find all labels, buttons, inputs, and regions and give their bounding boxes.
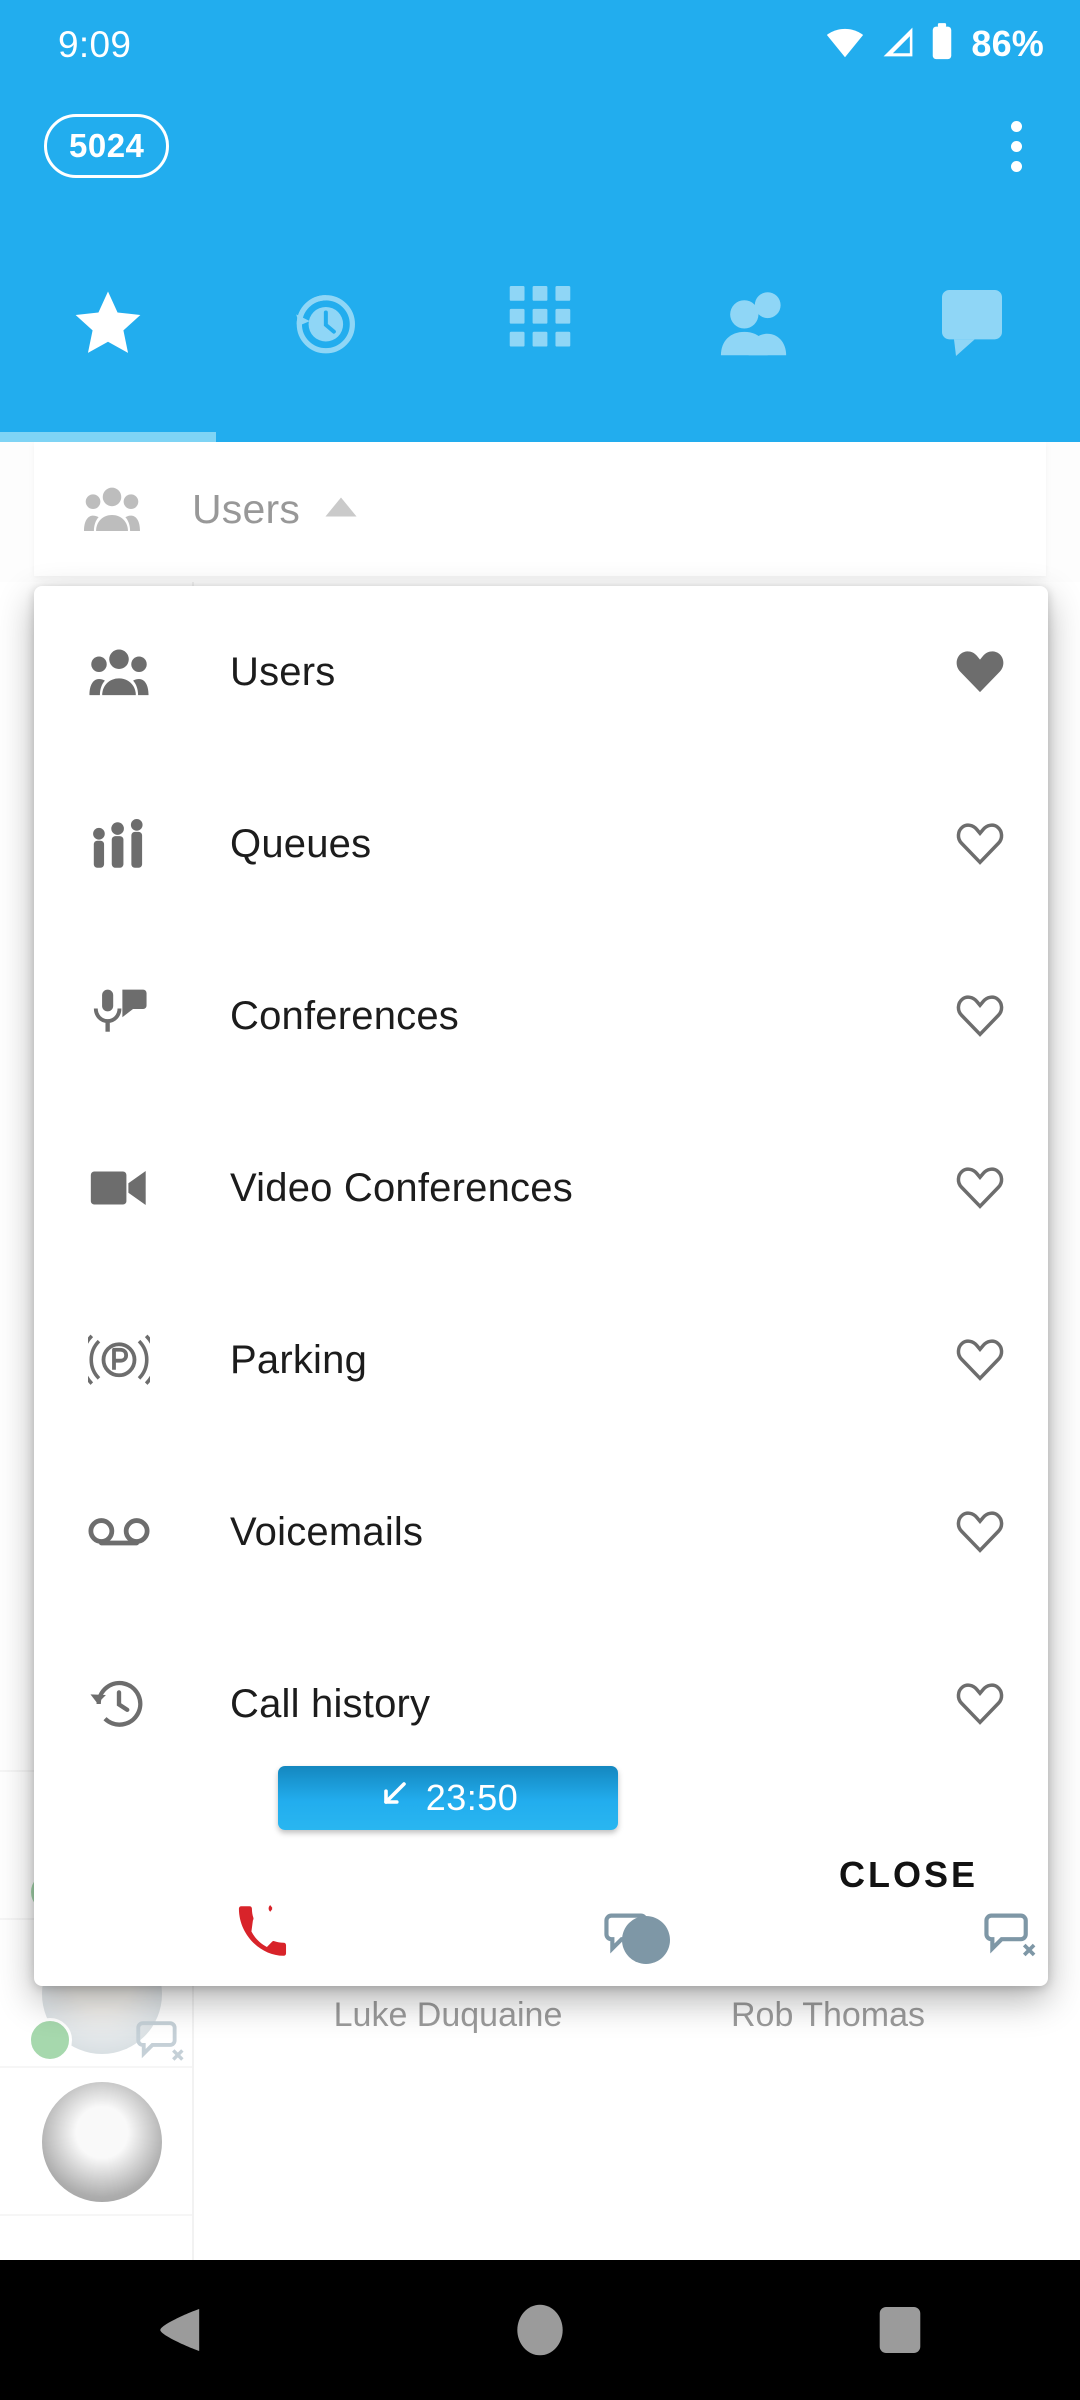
favorite-heart-outline-icon[interactable] xyxy=(934,822,1004,866)
parking-p-icon xyxy=(86,1332,152,1388)
tab-favorites[interactable] xyxy=(0,204,216,442)
tab-contacts[interactable] xyxy=(648,204,864,442)
dialog-item-label: Parking xyxy=(230,1337,368,1382)
dialpad-grid-icon xyxy=(509,286,571,360)
dialog-item-voicemails[interactable]: Voicemails xyxy=(34,1446,1048,1618)
tab-selection-indicator xyxy=(0,432,216,442)
system-navigation-bar xyxy=(0,2260,1080,2400)
dialog-item-users[interactable]: Users xyxy=(34,586,1048,758)
recents-square-icon[interactable] xyxy=(720,2304,1080,2356)
close-button[interactable]: CLOSE xyxy=(831,1844,986,1906)
status-bar: 9:09 86% xyxy=(0,0,1080,88)
favorite-heart-outline-icon[interactable] xyxy=(934,1338,1004,1382)
favorite-heart-outline-icon[interactable] xyxy=(934,1510,1004,1554)
tab-call-history[interactable] xyxy=(216,204,432,442)
presence-dot xyxy=(622,1916,670,1964)
people-icon xyxy=(86,647,152,697)
wifi-icon xyxy=(824,26,866,63)
dialog-item-conferences[interactable]: Conferences xyxy=(34,930,1048,1102)
incoming-call-arrow-icon xyxy=(378,1777,410,1819)
dialog-item-queues[interactable]: Queues xyxy=(34,758,1048,930)
app-bar: 5024 xyxy=(0,88,1080,204)
favorite-heart-outline-icon[interactable] xyxy=(934,994,1004,1038)
video-camera-icon xyxy=(86,1167,152,1209)
tab-keypad[interactable] xyxy=(432,204,648,442)
dialog-item-call-history[interactable]: Call history xyxy=(34,1618,1048,1790)
status-clock: 9:09 xyxy=(58,23,132,65)
dialog-item-parking[interactable]: Parking xyxy=(34,1274,1048,1446)
star-icon xyxy=(71,286,145,360)
dialog-item-label: Users xyxy=(230,649,336,694)
favorite-heart-outline-icon[interactable] xyxy=(934,1682,1004,1726)
call-badge: 23:50 xyxy=(278,1766,618,1830)
tab-bar xyxy=(0,204,1080,442)
favorite-heart-outline-icon[interactable] xyxy=(934,1166,1004,1210)
call-duration: 23:50 xyxy=(425,1777,519,1818)
dialog-item-label: Video Conferences xyxy=(230,1165,573,1210)
battery-percent: 86% xyxy=(971,23,1044,64)
people-icon xyxy=(716,286,796,360)
favorite-heart-filled-icon[interactable] xyxy=(934,650,1004,694)
chat-bubble-icon xyxy=(938,288,1006,358)
app-root: 9:09 86% 5024 23:50 Users Queues Confere… xyxy=(0,0,1080,2400)
dialog-item-label: Call history xyxy=(230,1681,431,1726)
queue-people-icon xyxy=(86,817,152,871)
microphone-chat-icon xyxy=(86,988,152,1044)
chat-disabled-icon[interactable] xyxy=(984,1912,1038,1965)
dialog-item-label: Conferences xyxy=(230,993,459,1038)
history-clock-icon xyxy=(287,286,361,360)
ringing-phone-icon xyxy=(234,1904,288,1963)
dialog-item-label: Queues xyxy=(230,821,372,866)
status-icons: 86% xyxy=(824,22,1044,66)
extension-chip[interactable]: 5024 xyxy=(44,114,170,178)
cellular-signal-icon xyxy=(879,26,917,63)
history-clock-icon xyxy=(86,1675,152,1733)
back-triangle-icon[interactable] xyxy=(0,2306,360,2354)
tab-messages[interactable] xyxy=(864,204,1080,442)
battery-icon xyxy=(930,22,954,66)
home-circle-icon[interactable] xyxy=(360,2301,720,2359)
dialog-item-video-conferences[interactable]: Video Conferences xyxy=(34,1102,1048,1274)
dialog-item-label: Voicemails xyxy=(230,1509,424,1554)
more-options-icon[interactable] xyxy=(980,110,1052,182)
voicemail-icon xyxy=(86,1515,152,1549)
